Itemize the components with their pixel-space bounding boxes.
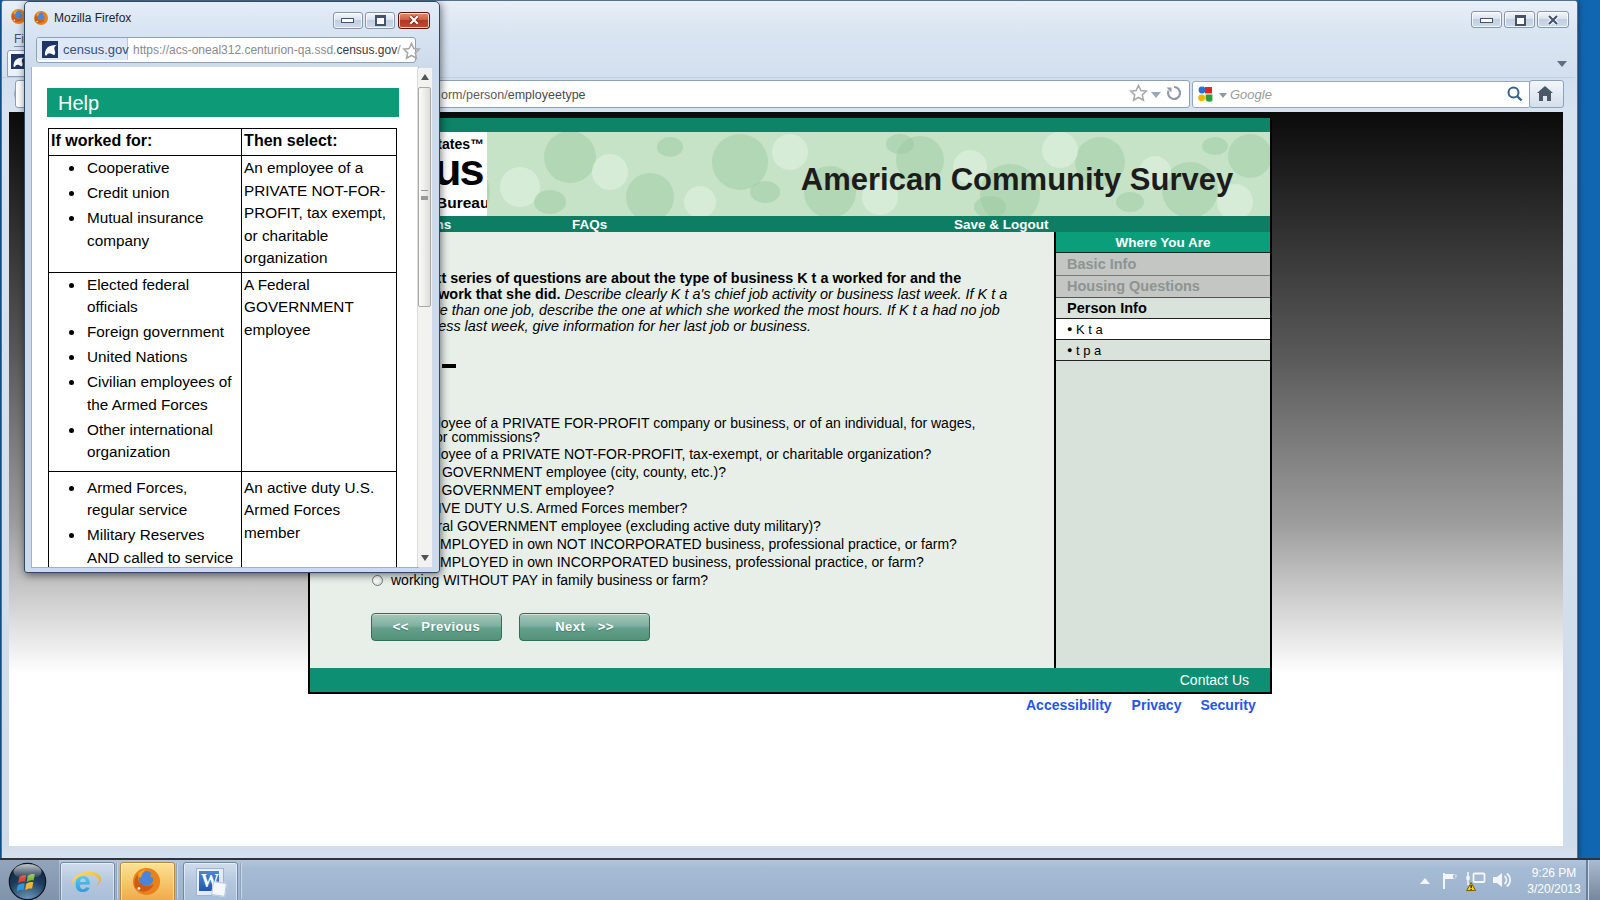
svg-text:e: e [74,866,90,898]
